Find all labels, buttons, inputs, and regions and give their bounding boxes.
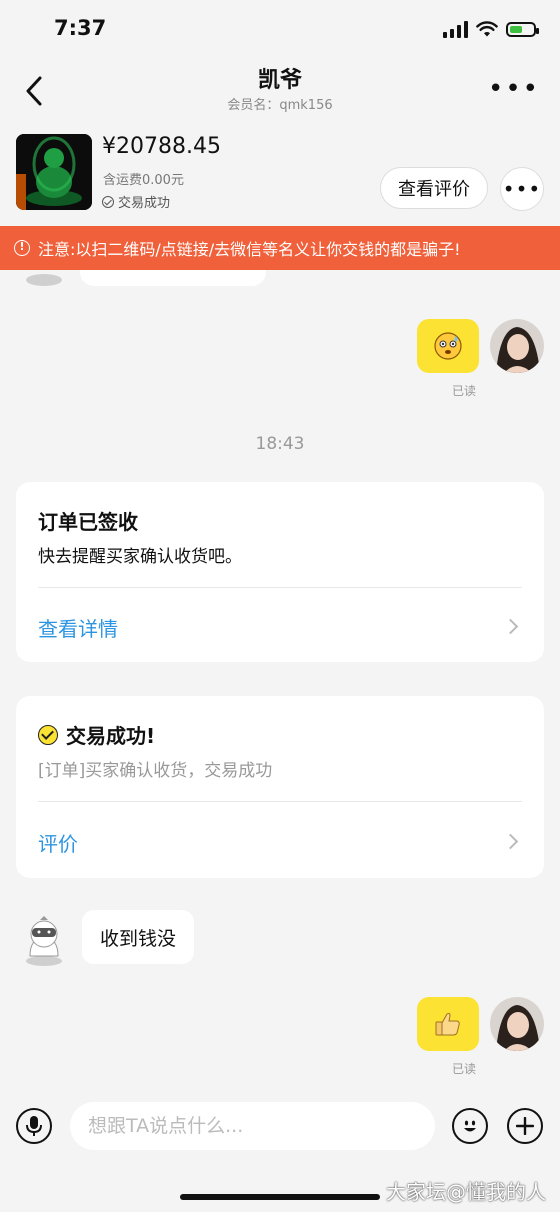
seller-avatar[interactable] bbox=[22, 916, 66, 966]
wifi-icon bbox=[476, 20, 498, 36]
message-timestamp: 18:43 bbox=[255, 434, 305, 454]
message-input[interactable] bbox=[70, 1102, 435, 1150]
deal-status: 交易成功 bbox=[102, 192, 170, 211]
battery-icon bbox=[506, 21, 539, 37]
emoji-face-icon bbox=[464, 1120, 476, 1132]
warning-icon bbox=[14, 240, 30, 256]
incoming-message[interactable]: 收到钱没 bbox=[82, 910, 195, 964]
more-options-icon[interactable]: ••• bbox=[488, 76, 540, 102]
read-status: 已读 bbox=[452, 1062, 477, 1076]
product-more-button[interactable]: ••• bbox=[500, 167, 544, 211]
sticker-message[interactable] bbox=[417, 997, 479, 1051]
order-card-subtitle: 快去提醒买家确认收货吧。 bbox=[38, 547, 242, 567]
chat-title: 凯爷 bbox=[257, 68, 302, 93]
chevron-right-icon bbox=[502, 833, 519, 850]
microphone-icon bbox=[26, 1116, 42, 1136]
my-avatar[interactable] bbox=[490, 319, 544, 373]
add-attachment-button[interactable] bbox=[507, 1108, 543, 1144]
nervous-face-icon bbox=[434, 332, 462, 360]
my-avatar[interactable] bbox=[490, 997, 544, 1051]
trade-success-card[interactable]: 交易成功! [订单]买家确认收货，交易成功 评价 bbox=[16, 696, 544, 878]
success-check-icon bbox=[38, 725, 58, 745]
success-card-title-text: 交易成功! bbox=[66, 724, 156, 748]
scam-warning-banner: 注意:以扫二维码/点链接/去微信等名义让你交钱的都是骗子! bbox=[0, 226, 560, 270]
read-status: 已读 bbox=[452, 384, 477, 398]
plus-icon bbox=[516, 1117, 534, 1135]
signal-icon bbox=[443, 20, 468, 38]
order-signed-card[interactable]: 订单已签收 快去提醒买家确认收货吧。 查看详情 bbox=[16, 482, 544, 662]
product-thumbnail[interactable] bbox=[16, 134, 92, 210]
deal-status-label: 交易成功 bbox=[118, 196, 171, 211]
check-icon bbox=[102, 195, 114, 208]
status-icons bbox=[443, 20, 539, 38]
success-card-subtitle: [订单]买家确认收货，交易成功 bbox=[38, 761, 273, 781]
emoji-button[interactable] bbox=[452, 1108, 488, 1144]
watermark: 大家坛@懂我的人 bbox=[386, 1180, 546, 1204]
home-indicator[interactable] bbox=[180, 1194, 380, 1200]
voice-input-button[interactable] bbox=[16, 1108, 52, 1144]
shipping-fee: 含运费0.00元 bbox=[103, 173, 184, 188]
member-name: 会员名：qmk156 bbox=[227, 98, 333, 113]
status-time: 7:37 bbox=[54, 16, 107, 40]
view-details-link[interactable]: 查看详情 bbox=[38, 613, 118, 642]
divider bbox=[38, 587, 522, 588]
divider bbox=[38, 801, 522, 802]
warning-text: 注意:以扫二维码/点链接/去微信等名义让你交钱的都是骗子! bbox=[38, 240, 461, 259]
thumbs-up-icon bbox=[435, 1012, 460, 1036]
success-card-title: 交易成功! bbox=[38, 720, 155, 749]
view-review-button[interactable]: 查看评价 bbox=[380, 167, 488, 209]
product-price: ¥20788.45 bbox=[102, 134, 221, 159]
sticker-message[interactable] bbox=[417, 319, 479, 373]
rate-link[interactable]: 评价 bbox=[38, 828, 78, 857]
order-card-title: 订单已签收 bbox=[38, 510, 138, 534]
chevron-right-icon bbox=[502, 618, 519, 635]
